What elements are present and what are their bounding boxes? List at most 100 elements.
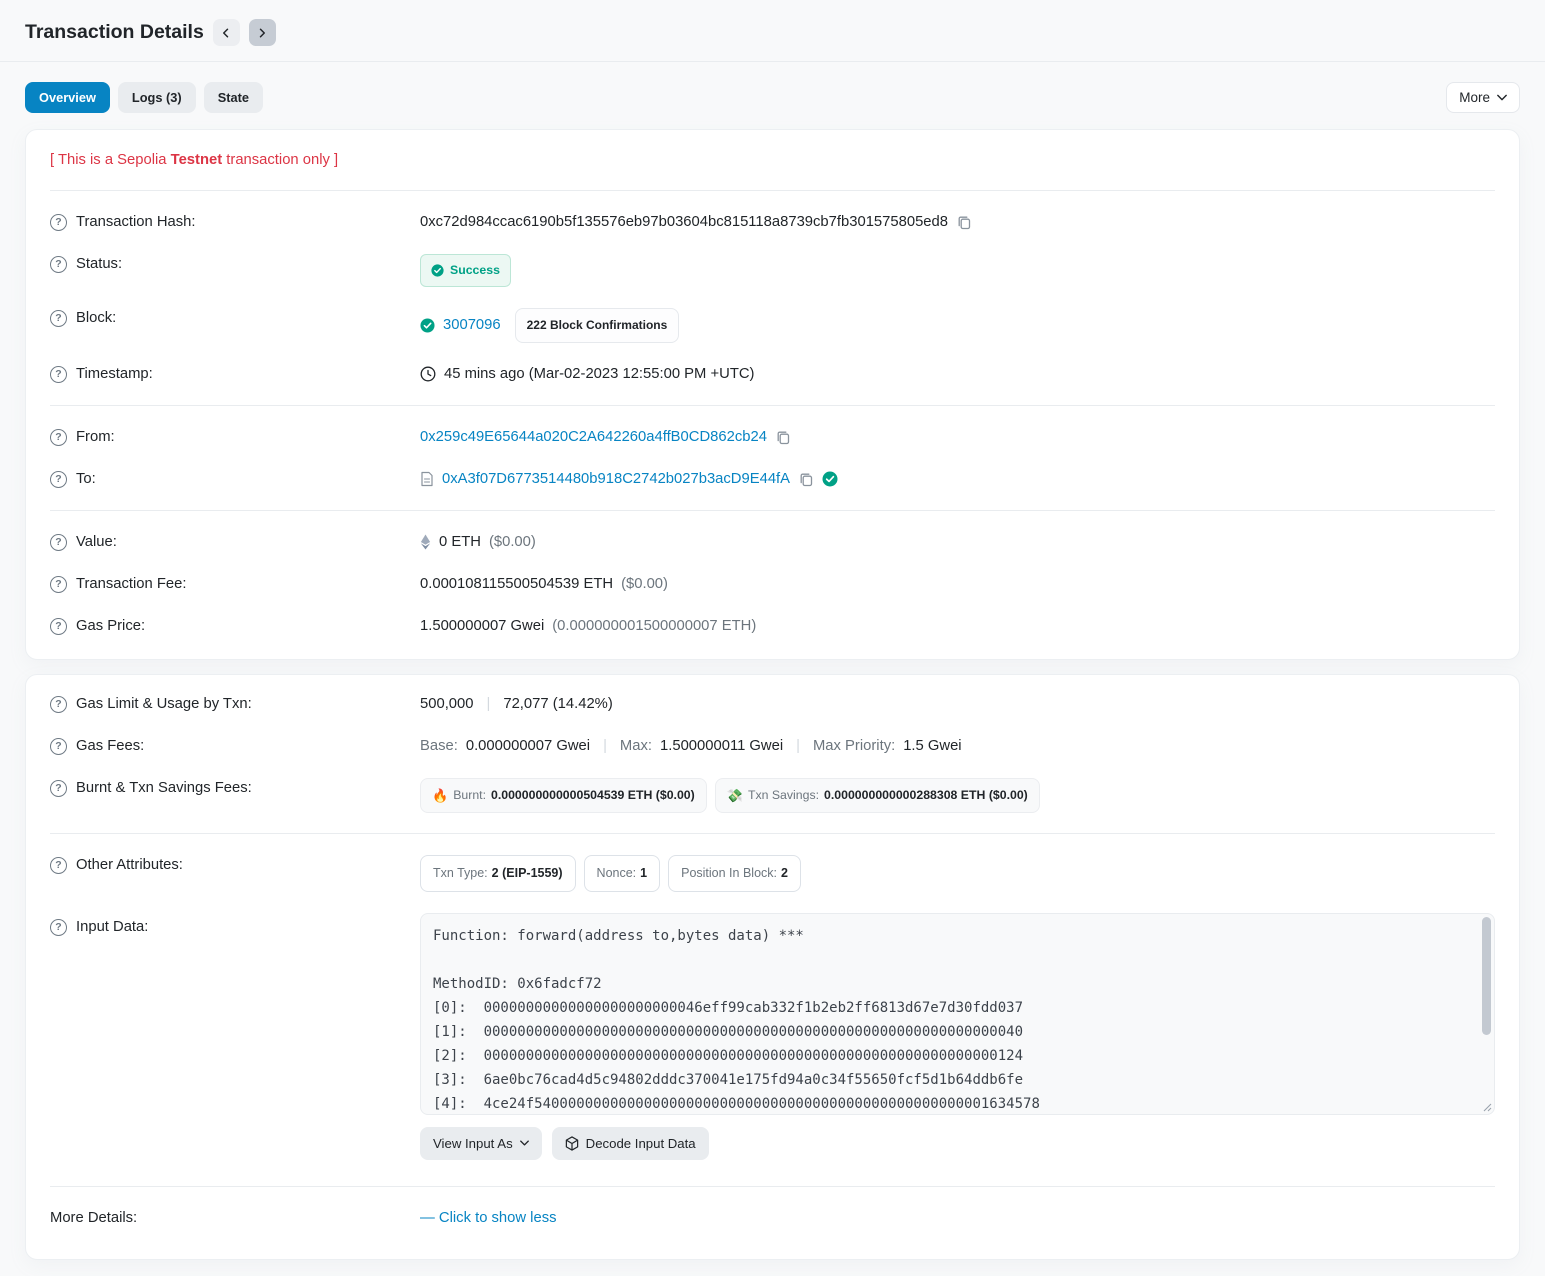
burnt-fees-row: ? Burnt & Txn Savings Fees: 🔥 Burnt: 0.0… bbox=[50, 767, 1495, 823]
burnt-fees-label: Burnt & Txn Savings Fees: bbox=[76, 778, 252, 799]
nonce-badge: Nonce: 1 bbox=[584, 855, 661, 892]
input-data-actions: View Input As Decode Input Data bbox=[420, 1127, 1495, 1160]
from-address-link[interactable]: 0x259c49E65644a020C2A642260a4ffB0CD862cb… bbox=[420, 427, 767, 448]
gas-price-label: Gas Price: bbox=[76, 616, 145, 637]
input-data-content[interactable]: Function: forward(address to,bytes data)… bbox=[420, 913, 1495, 1115]
show-less-link[interactable]: — Click to show less bbox=[420, 1208, 557, 1229]
transaction-hash-label: Transaction Hash: bbox=[76, 212, 196, 233]
next-transaction-button[interactable] bbox=[249, 19, 276, 46]
from-label: From: bbox=[76, 427, 115, 448]
transaction-hash-value: 0xc72d984ccac6190b5f135576eb97b03604bc81… bbox=[420, 212, 948, 233]
help-icon[interactable]: ? bbox=[50, 310, 67, 327]
block-label: Block: bbox=[76, 308, 116, 329]
block-number-link[interactable]: 3007096 bbox=[443, 315, 501, 336]
help-icon[interactable]: ? bbox=[50, 576, 67, 593]
transaction-fee-label: Transaction Fee: bbox=[76, 574, 186, 595]
transaction-hash-row: ? Transaction Hash: 0xc72d984ccac6190b5f… bbox=[50, 201, 1495, 243]
to-label: To: bbox=[76, 469, 96, 490]
help-icon[interactable]: ? bbox=[50, 696, 67, 713]
transaction-fee-label-group: ? Transaction Fee: bbox=[50, 574, 420, 595]
nonce-badge-value: 1 bbox=[640, 863, 647, 884]
help-icon[interactable]: ? bbox=[50, 618, 67, 635]
burnt-fee-badge: 🔥 Burnt: 0.000000000000504539 ETH ($0.00… bbox=[420, 778, 707, 813]
help-icon[interactable]: ? bbox=[50, 738, 67, 755]
help-icon[interactable]: ? bbox=[50, 256, 67, 273]
txn-type-badge-label: Txn Type: bbox=[433, 863, 488, 884]
more-details-label: More Details: bbox=[50, 1208, 137, 1229]
help-icon[interactable]: ? bbox=[50, 429, 67, 446]
page-header: Transaction Details bbox=[0, 0, 1545, 61]
to-address-link[interactable]: 0xA3f07D6773514480b918C2742b027b3acD9E44… bbox=[442, 469, 790, 490]
divider bbox=[50, 190, 1495, 191]
max-fee-label: Max: bbox=[620, 736, 652, 757]
decode-input-data-button[interactable]: Decode Input Data bbox=[552, 1127, 709, 1160]
help-icon[interactable]: ? bbox=[50, 214, 67, 231]
help-icon[interactable]: ? bbox=[50, 919, 67, 936]
gas-fees-row: ? Gas Fees: Base: 0.000000007 Gwei | Max… bbox=[50, 725, 1495, 767]
help-icon[interactable]: ? bbox=[50, 857, 67, 874]
gas-fees-label-group: ? Gas Fees: bbox=[50, 736, 420, 757]
copy-icon bbox=[775, 429, 791, 445]
txn-type-badge-value: 2 (EIP-1559) bbox=[492, 863, 563, 884]
ethereum-icon bbox=[420, 534, 431, 550]
view-input-as-label: View Input As bbox=[433, 1136, 513, 1151]
to-label-group: ? To: bbox=[50, 469, 420, 490]
txn-savings-badge-label: Txn Savings: bbox=[748, 785, 819, 806]
status-badge-label: Success bbox=[450, 260, 500, 281]
tab-logs[interactable]: Logs (3) bbox=[118, 82, 196, 113]
value-eth: 0 ETH bbox=[439, 532, 481, 553]
resize-grip-icon[interactable] bbox=[1483, 1103, 1492, 1112]
help-icon[interactable]: ? bbox=[50, 366, 67, 383]
separator: | bbox=[791, 736, 805, 757]
status-badge: Success bbox=[420, 254, 511, 287]
block-label-group: ? Block: bbox=[50, 308, 420, 329]
input-data-scrollbar[interactable] bbox=[1482, 917, 1491, 1035]
previous-transaction-button[interactable] bbox=[213, 19, 240, 46]
copy-from-address-button[interactable] bbox=[775, 429, 791, 445]
burnt-fee-badge-label: Burnt: bbox=[453, 785, 486, 806]
base-fee-label: Base: bbox=[420, 736, 458, 757]
copy-transaction-hash-button[interactable] bbox=[956, 214, 972, 230]
input-data-label-group: ? Input Data: bbox=[50, 913, 420, 938]
timestamp-label: Timestamp: bbox=[76, 364, 153, 385]
divider bbox=[50, 833, 1495, 834]
other-attributes-label-group: ? Other Attributes: bbox=[50, 855, 420, 876]
tab-state[interactable]: State bbox=[204, 82, 263, 113]
gas-fees-label: Gas Fees: bbox=[76, 736, 144, 757]
max-priority-fee-label: Max Priority: bbox=[813, 736, 895, 757]
overview-card: [ This is a Sepolia Testnet transaction … bbox=[25, 129, 1520, 660]
view-input-as-button[interactable]: View Input As bbox=[420, 1127, 542, 1160]
from-label-group: ? From: bbox=[50, 427, 420, 448]
other-attributes-label: Other Attributes: bbox=[76, 855, 183, 876]
copy-icon bbox=[798, 471, 814, 487]
timestamp-row: ? Timestamp: 45 mins ago (Mar-02-2023 12… bbox=[50, 353, 1495, 395]
divider bbox=[50, 405, 1495, 406]
max-fee-value: 1.500000011 Gwei bbox=[660, 736, 783, 757]
testnet-warning-suffix: transaction only ] bbox=[222, 152, 338, 168]
from-row: ? From: 0x259c49E65644a020C2A642260a4ffB… bbox=[50, 416, 1495, 458]
more-button[interactable]: More bbox=[1446, 82, 1520, 113]
gas-price-label-group: ? Gas Price: bbox=[50, 616, 420, 637]
block-row: ? Block: 3007096 222 Block Confirmations bbox=[50, 297, 1495, 353]
copy-to-address-button[interactable] bbox=[798, 471, 814, 487]
gas-price-eth: (0.000000001500000007 ETH) bbox=[552, 616, 756, 637]
input-data-label: Input Data: bbox=[76, 917, 148, 938]
money-wings-icon: 💸 bbox=[727, 785, 743, 806]
value-label: Value: bbox=[76, 532, 117, 553]
help-icon[interactable]: ? bbox=[50, 534, 67, 551]
more-details-label-group: More Details: bbox=[50, 1208, 420, 1229]
divider bbox=[50, 510, 1495, 511]
decode-input-data-label: Decode Input Data bbox=[586, 1136, 696, 1151]
tab-bar: Overview Logs (3) State bbox=[25, 82, 263, 113]
separator: | bbox=[598, 736, 612, 757]
tabs-row: Overview Logs (3) State More bbox=[0, 62, 1545, 113]
help-icon[interactable]: ? bbox=[50, 471, 67, 488]
help-icon[interactable]: ? bbox=[50, 780, 67, 797]
page-title: Transaction Details bbox=[25, 21, 204, 44]
transaction-fee-eth: 0.000108115500504539 ETH bbox=[420, 574, 613, 595]
txn-savings-badge-value: 0.000000000000288308 ETH ($0.00) bbox=[824, 785, 1028, 806]
nonce-badge-label: Nonce: bbox=[597, 863, 637, 884]
transaction-fee-usd: ($0.00) bbox=[621, 574, 668, 595]
tab-overview[interactable]: Overview bbox=[25, 82, 110, 113]
value-row: ? Value: 0 ETH ($0.00) bbox=[50, 521, 1495, 563]
